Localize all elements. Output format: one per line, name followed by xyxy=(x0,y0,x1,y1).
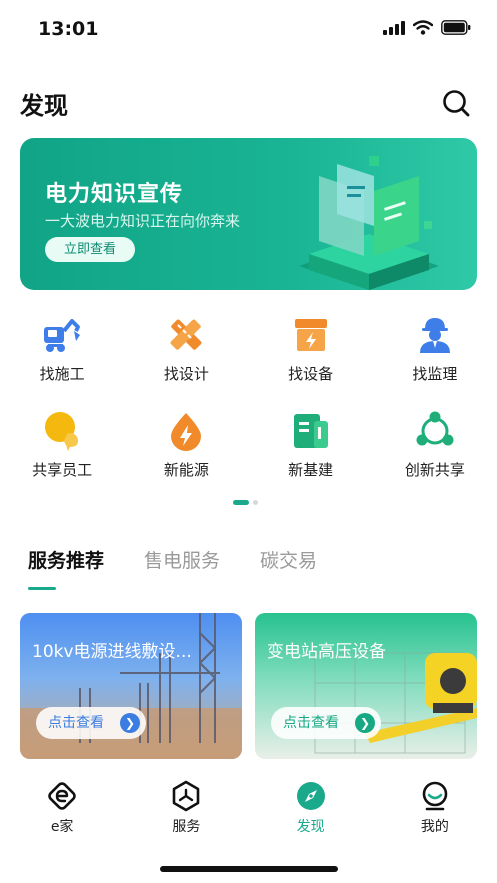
compass-icon xyxy=(296,782,325,810)
ruler-pencil-icon xyxy=(170,319,202,350)
battery-icon xyxy=(441,20,471,35)
grid-item-shared-staff[interactable]: 共享员工 xyxy=(0,401,124,497)
grid-label: 创新共享 xyxy=(404,461,465,479)
excavator-icon xyxy=(44,319,81,352)
function-grid: 找施工 找设计 找设备 找监理 共享员工 新能源 新基建 创新共享 xyxy=(0,305,497,497)
grid-row: 找施工 找设计 找设备 找监理 xyxy=(0,305,497,401)
status-icons xyxy=(383,20,471,35)
book-illustration xyxy=(299,156,439,290)
banner-title: 电力知识宣传 xyxy=(45,182,184,207)
page-dot-active xyxy=(233,500,249,505)
tabbar-label: e家 xyxy=(50,819,74,835)
card-button-label: 点击查看 xyxy=(283,715,339,731)
promo-banner[interactable]: 电力知识宣传 一大波电力知识正在向你奔来 立即查看 xyxy=(20,138,477,290)
tabbar-item-e-home[interactable]: e家 xyxy=(0,770,124,850)
page-title: 发现 xyxy=(20,92,68,120)
grid-label: 新基建 xyxy=(288,461,334,479)
e-home-icon xyxy=(48,782,76,810)
card-view-button[interactable]: 点击查看 ❯ xyxy=(271,707,381,739)
tabbar-item-discover[interactable]: 发现 xyxy=(249,770,373,850)
grid-label: 找施工 xyxy=(39,365,85,383)
signal-icon xyxy=(383,20,405,35)
card-title: 10kv电源进线敷设... xyxy=(32,642,192,662)
tab-carbon-trading[interactable]: 碳交易 xyxy=(260,546,317,590)
tab-underline xyxy=(28,587,56,590)
card-view-button[interactable]: 点击查看 ❯ xyxy=(36,707,146,739)
grid-label: 新能源 xyxy=(163,461,209,479)
chevron-right-icon: ❯ xyxy=(355,713,375,733)
search-icon[interactable] xyxy=(441,88,471,118)
tabbar-label: 服务 xyxy=(172,819,201,835)
grid-label: 找设计 xyxy=(163,365,209,383)
home-indicator xyxy=(160,866,338,872)
grid-item-design[interactable]: 找设计 xyxy=(124,305,248,401)
grid-item-equipment[interactable]: 找设备 xyxy=(249,305,373,401)
chevron-right-icon: ❯ xyxy=(120,713,140,733)
supervisor-helmet-icon xyxy=(419,318,450,353)
card-button-label: 点击查看 xyxy=(48,715,104,731)
banner-subtitle: 一大波电力知识正在向你奔来 xyxy=(45,212,241,230)
share-cycle-icon xyxy=(416,411,454,446)
page-indicator xyxy=(233,500,258,505)
card-title: 变电站高压设备 xyxy=(267,642,386,662)
page-dot xyxy=(253,500,258,505)
tabbar-item-mine[interactable]: 我的 xyxy=(373,770,497,850)
status-time: 13:01 xyxy=(38,18,99,40)
profile-icon xyxy=(422,781,448,811)
service-card-substation[interactable]: 变电站高压设备 点击查看 ❯ xyxy=(255,613,477,759)
grid-label: 找设备 xyxy=(288,365,334,383)
service-hexagon-icon xyxy=(173,780,200,812)
grid-item-innovation-share[interactable]: 创新共享 xyxy=(373,401,497,497)
tabbar-label: 发现 xyxy=(296,819,325,835)
grid-item-new-energy[interactable]: 新能源 xyxy=(124,401,248,497)
infrastructure-icon xyxy=(293,414,328,448)
service-card-cable[interactable]: 10kv电源进线敷设... 点击查看 ❯ xyxy=(20,613,242,759)
grid-item-supervisor[interactable]: 找监理 xyxy=(373,305,497,401)
banner-view-button[interactable]: 立即查看 xyxy=(45,237,135,262)
grid-label: 共享员工 xyxy=(32,461,93,479)
section-tabs: 服务推荐 售电服务 碳交易 xyxy=(28,546,317,590)
equipment-box-icon xyxy=(294,319,327,351)
grid-row: 共享员工 新能源 新基建 创新共享 xyxy=(0,401,497,497)
wifi-icon xyxy=(413,20,433,35)
energy-drop-icon xyxy=(171,413,202,451)
tabbar-item-service[interactable]: 服务 xyxy=(124,770,248,850)
grid-item-new-infrastructure[interactable]: 新基建 xyxy=(249,401,373,497)
status-bar: 13:01 xyxy=(0,0,497,60)
page-header: 发现 xyxy=(0,76,497,126)
grid-label: 找监理 xyxy=(412,365,458,383)
tabbar-label: 我的 xyxy=(420,819,449,835)
shared-staff-icon xyxy=(45,412,79,451)
grid-item-construction[interactable]: 找施工 xyxy=(0,305,124,401)
tab-electricity-sales[interactable]: 售电服务 xyxy=(144,546,220,590)
tab-service-recommend[interactable]: 服务推荐 xyxy=(28,546,104,590)
bottom-tab-bar: e家 服务 发现 我的 xyxy=(0,770,497,850)
